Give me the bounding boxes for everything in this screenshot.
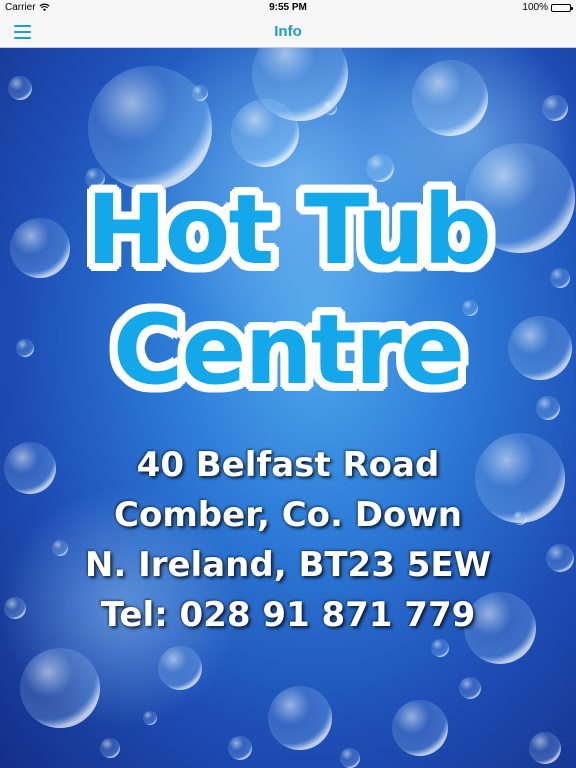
battery-icon — [551, 3, 573, 12]
page-title: Info — [274, 23, 302, 40]
status-bar: Carrier 9:55 PM 100% — [0, 0, 576, 16]
status-battery: 100% — [522, 2, 573, 13]
screen: Carrier 9:55 PM 100% Info Hot Tub Centre… — [0, 0, 576, 768]
bubbles-background — [0, 48, 576, 768]
battery-percent: 100% — [522, 2, 548, 13]
logo-line-1: Hot Tub — [86, 174, 492, 286]
info-image: Hot Tub Centre 40 Belfast Road Comber, C… — [0, 48, 576, 768]
address-line-3: N. Ireland, BT23 5EW — [84, 545, 492, 585]
nav-bar: Info — [0, 16, 576, 48]
address-block: 40 Belfast Road Comber, Co. Down N. Irel… — [0, 440, 576, 640]
status-time: 9:55 PM — [269, 2, 307, 13]
phone-number: Tel: 028 91 871 779 — [100, 595, 476, 635]
address-line-2: Comber, Co. Down — [114, 495, 462, 535]
logo-line-2: Centre — [112, 294, 465, 406]
address-line-1: 40 Belfast Road — [136, 445, 440, 485]
